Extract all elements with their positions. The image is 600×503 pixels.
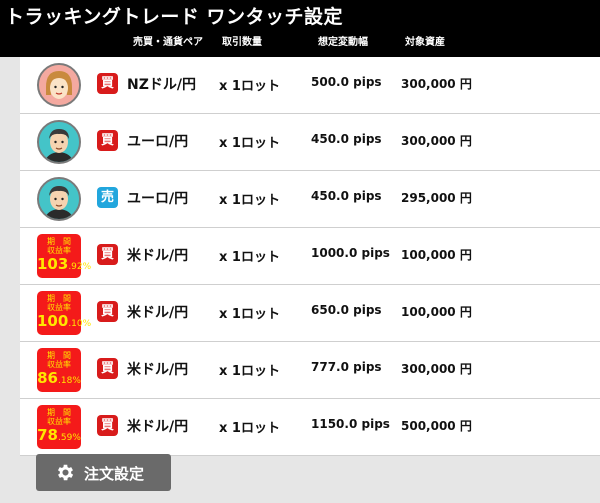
fluctuation-pips: 450.0 pips bbox=[311, 132, 382, 146]
currency-pair: NZドル/円 bbox=[127, 77, 196, 93]
target-capital: 100,000 円 bbox=[401, 305, 472, 319]
trade-quantity: x 1ロット bbox=[219, 250, 280, 265]
column-header-pair: 売買・通貨ペア bbox=[133, 37, 203, 48]
table-row[interactable]: 買 ユーロ/円 x 1ロット 450.0 pips 300,000 円 bbox=[20, 114, 600, 171]
period-label: 期 間 bbox=[47, 294, 71, 303]
buy-badge: 買 bbox=[97, 415, 118, 436]
currency-pair: 米ドル/円 bbox=[127, 248, 189, 264]
return-rate-value: 86.18% bbox=[37, 369, 81, 387]
fluctuation-pips: 777.0 pips bbox=[311, 360, 382, 374]
trade-quantity: x 1ロット bbox=[219, 193, 280, 208]
table-row[interactable]: 期 間 収益率 86.18% 買 米ドル/円 x 1ロット 777.0 pips… bbox=[20, 342, 600, 399]
trade-quantity: x 1ロット bbox=[219, 79, 280, 94]
column-header-fluctuation: 想定変動幅 bbox=[318, 37, 368, 48]
return-rate-value: 78.59% bbox=[37, 426, 81, 444]
target-capital: 300,000 円 bbox=[401, 362, 472, 376]
page-title: トラッキングトレード ワンタッチ設定 bbox=[5, 6, 344, 28]
trade-quantity: x 1ロット bbox=[219, 136, 280, 151]
avatar-male-icon bbox=[37, 120, 81, 164]
table-row[interactable]: 売 ユーロ/円 x 1ロット 450.0 pips 295,000 円 bbox=[20, 171, 600, 228]
period-label: 期 間 bbox=[47, 237, 71, 246]
buy-badge: 買 bbox=[97, 73, 118, 94]
return-rate-label: 収益率 bbox=[47, 360, 71, 369]
trade-quantity: x 1ロット bbox=[219, 421, 280, 436]
return-rate-value: 100.10% bbox=[37, 312, 92, 330]
currency-pair: ユーロ/円 bbox=[127, 134, 189, 150]
avatar-male-icon bbox=[37, 177, 81, 221]
return-rate-label: 収益率 bbox=[47, 246, 71, 255]
fluctuation-pips: 1000.0 pips bbox=[311, 246, 390, 260]
period-label: 期 間 bbox=[47, 408, 71, 417]
return-rate-value: 103.92% bbox=[37, 255, 92, 273]
buy-badge: 買 bbox=[97, 301, 118, 322]
trade-list: 買 NZドル/円 x 1ロット 500.0 pips 300,000 円 買 ユ… bbox=[20, 57, 600, 456]
table-row[interactable]: 買 NZドル/円 x 1ロット 500.0 pips 300,000 円 bbox=[20, 57, 600, 114]
gear-icon bbox=[55, 462, 76, 483]
header-bar: トラッキングトレード ワンタッチ設定 売買・通貨ペア 取引数量 想定変動幅 対象… bbox=[0, 0, 600, 57]
currency-pair: 米ドル/円 bbox=[127, 419, 189, 435]
target-capital: 300,000 円 bbox=[401, 134, 472, 148]
order-settings-label: 注文設定 bbox=[84, 465, 145, 483]
trade-quantity: x 1ロット bbox=[219, 307, 280, 322]
period-label: 期 間 bbox=[47, 351, 71, 360]
target-capital: 100,000 円 bbox=[401, 248, 472, 262]
fluctuation-pips: 650.0 pips bbox=[311, 303, 382, 317]
buy-badge: 買 bbox=[97, 130, 118, 151]
column-header-capital: 対象資産 bbox=[405, 37, 445, 48]
buy-badge: 買 bbox=[97, 244, 118, 265]
fluctuation-pips: 500.0 pips bbox=[311, 75, 382, 89]
buy-badge: 買 bbox=[97, 358, 118, 379]
column-header-quantity: 取引数量 bbox=[222, 37, 262, 48]
return-rate-badge: 期 間 収益率 103.92% bbox=[37, 234, 92, 278]
fluctuation-pips: 450.0 pips bbox=[311, 189, 382, 203]
return-rate-label: 収益率 bbox=[47, 303, 71, 312]
return-rate-badge: 期 間 収益率 100.10% bbox=[37, 291, 92, 335]
order-settings-button[interactable]: 注文設定 bbox=[36, 454, 171, 491]
table-row[interactable]: 期 間 収益率 78.59% 買 米ドル/円 x 1ロット 1150.0 pip… bbox=[20, 399, 600, 456]
sell-badge: 売 bbox=[97, 187, 118, 208]
currency-pair: 米ドル/円 bbox=[127, 362, 189, 378]
fluctuation-pips: 1150.0 pips bbox=[311, 417, 390, 431]
return-rate-badge: 期 間 収益率 86.18% bbox=[37, 348, 81, 392]
table-row[interactable]: 期 間 収益率 100.10% 買 米ドル/円 x 1ロット 650.0 pip… bbox=[20, 285, 600, 342]
target-capital: 300,000 円 bbox=[401, 77, 472, 91]
target-capital: 295,000 円 bbox=[401, 191, 472, 205]
currency-pair: ユーロ/円 bbox=[127, 191, 189, 207]
avatar-female-icon bbox=[37, 63, 81, 107]
currency-pair: 米ドル/円 bbox=[127, 305, 189, 321]
trade-quantity: x 1ロット bbox=[219, 364, 280, 379]
return-rate-badge: 期 間 収益率 78.59% bbox=[37, 405, 81, 449]
return-rate-label: 収益率 bbox=[47, 417, 71, 426]
target-capital: 500,000 円 bbox=[401, 419, 472, 433]
table-row[interactable]: 期 間 収益率 103.92% 買 米ドル/円 x 1ロット 1000.0 pi… bbox=[20, 228, 600, 285]
